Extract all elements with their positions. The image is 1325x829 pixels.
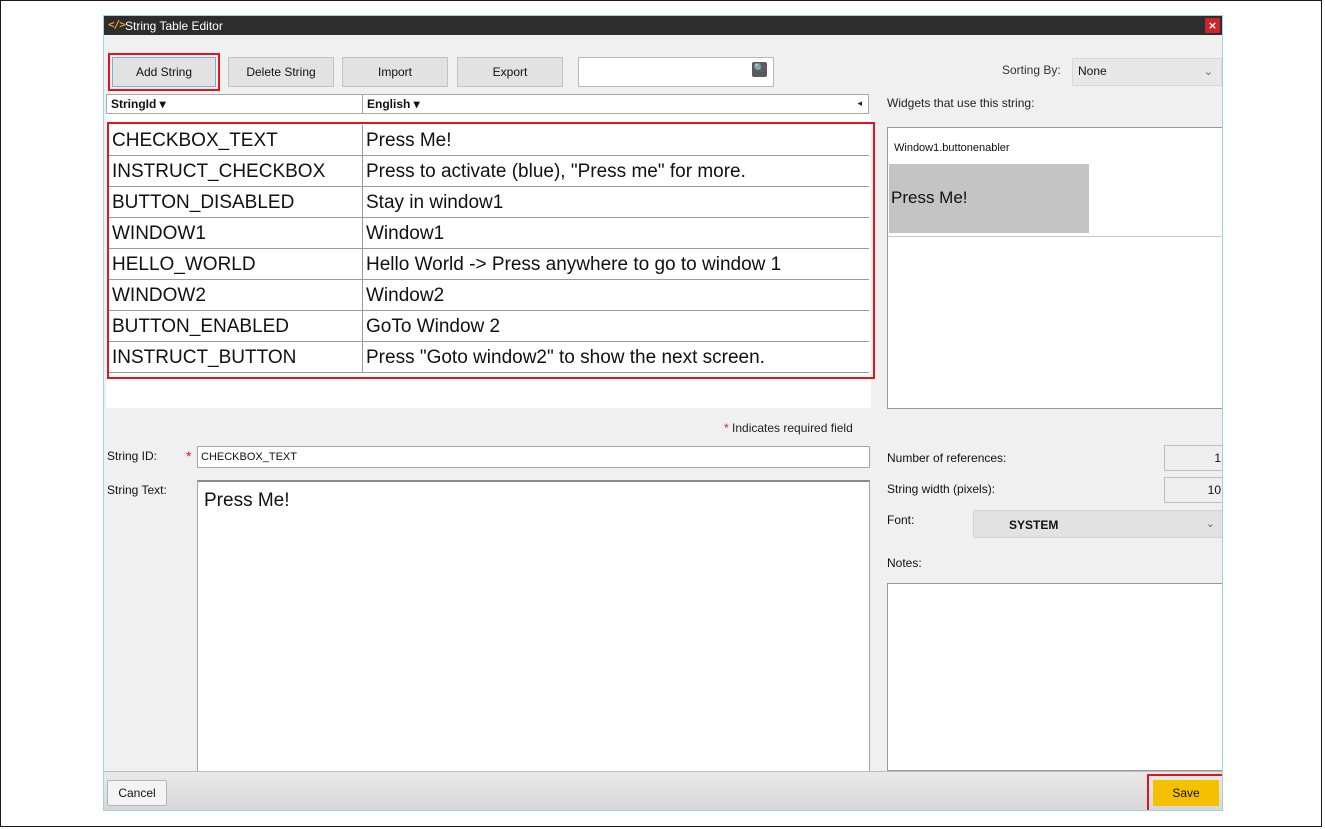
sorting-select[interactable]: None ⌄ <box>1072 58 1222 86</box>
widgets-panel: Window1.buttonenabler Press Me! <box>887 127 1222 409</box>
cancel-button[interactable]: Cancel <box>107 780 167 806</box>
title-bar: </> String Table Editor × <box>104 16 1222 35</box>
header-divider <box>362 95 363 113</box>
window-title: String Table Editor <box>125 19 223 33</box>
search-input[interactable] <box>578 57 774 87</box>
font-select[interactable]: SYSTEM ⌄ <box>973 510 1222 538</box>
string-id-input[interactable]: CHECKBOX_TEXT <box>197 446 870 468</box>
search-icon[interactable]: 🔍 <box>752 62 767 77</box>
string-table-editor-window: </> String Table Editor × Add String Del… <box>103 15 1223 811</box>
chevron-down-icon: ⌄ <box>1203 65 1213 78</box>
references-count: 1 <box>1164 445 1222 471</box>
toolbar: Add String Delete String Import Export 🔍… <box>104 35 1222 91</box>
string-width-value: 10 <box>1164 477 1222 503</box>
required-note: * Indicates required field <box>724 421 853 435</box>
sorting-label: Sorting By: <box>1002 63 1061 77</box>
string-id-required-star: * <box>186 448 192 464</box>
scroll-left-icon[interactable]: ◂ <box>857 99 862 109</box>
notes-label: Notes: <box>887 556 922 570</box>
string-text-label: String Text: <box>107 483 167 497</box>
footer-bar: Cancel Save <box>104 771 1222 810</box>
close-icon: × <box>1207 19 1218 32</box>
column-header-stringid[interactable]: StringId ▾ <box>111 97 166 111</box>
table-rows-highlight <box>107 122 875 379</box>
export-button[interactable]: Export <box>457 57 563 87</box>
widgets-divider <box>888 236 1222 237</box>
chevron-down-icon: ⌄ <box>1205 517 1215 530</box>
references-label: Number of references: <box>887 451 1007 465</box>
column-header-english[interactable]: English ▾ <box>367 97 420 111</box>
widget-preview-text: Press Me! <box>891 188 968 207</box>
string-width-label: String width (pixels): <box>887 482 996 496</box>
font-value: SYSTEM <box>1009 518 1059 532</box>
close-button[interactable]: × <box>1205 18 1220 33</box>
string-text-area[interactable]: Press Me! <box>197 480 870 780</box>
delete-string-button[interactable]: Delete String <box>228 57 334 87</box>
import-button[interactable]: Import <box>342 57 448 87</box>
widget-preview: Press Me! <box>889 164 1089 233</box>
save-button[interactable]: Save <box>1153 780 1219 806</box>
add-string-highlight <box>108 53 220 91</box>
required-note-text: Indicates required field <box>732 421 853 435</box>
code-icon: </> <box>108 18 126 31</box>
string-id-label: String ID: <box>107 449 158 463</box>
font-label: Font: <box>887 513 915 527</box>
notes-textarea[interactable] <box>887 583 1222 771</box>
required-star: * <box>724 421 729 435</box>
widgets-label: Widgets that use this string: <box>887 96 1035 110</box>
widget-name[interactable]: Window1.buttonenabler <box>894 142 1010 154</box>
sorting-value: None <box>1078 64 1107 78</box>
table-header: StringId ▾ English ▾ ◂ <box>106 94 869 114</box>
